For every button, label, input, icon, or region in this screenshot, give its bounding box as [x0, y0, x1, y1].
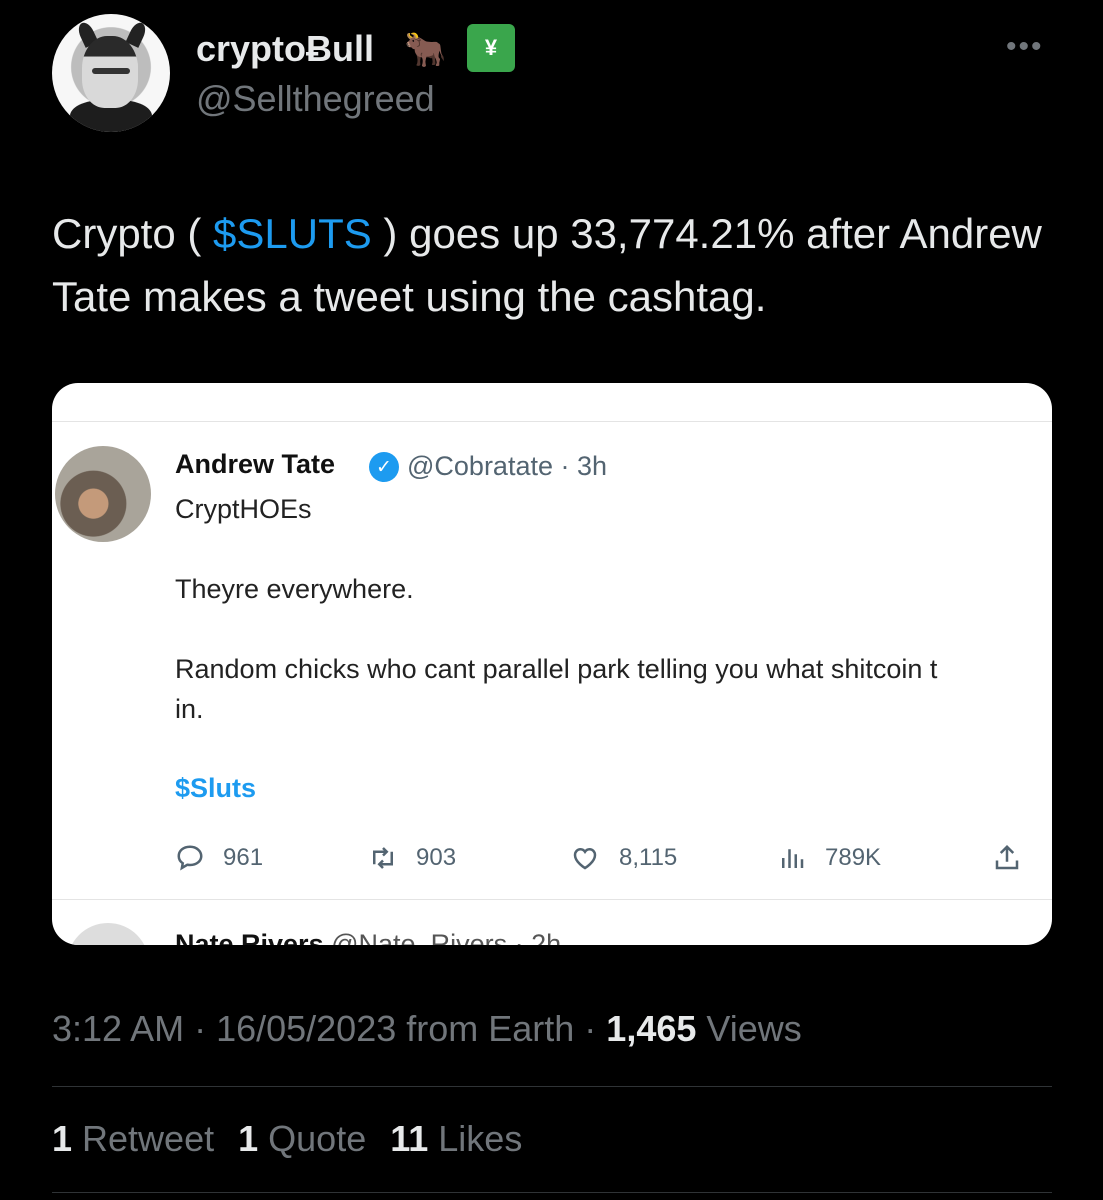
replies-count: 961 — [223, 844, 264, 871]
quoted-line: Random chicks who cant parallel park tel… — [175, 654, 938, 684]
tweet-views-count: 1,465 — [606, 1008, 697, 1049]
quoted-cashtag: $Sluts — [175, 773, 257, 803]
views-count: 789K — [825, 844, 882, 871]
retweets-stat-label: Retweet — [72, 1118, 215, 1159]
author-display-name[interactable]: cryptoɃull — [196, 28, 374, 70]
more-options-icon[interactable]: ••• — [1006, 30, 1044, 64]
media-top-divider — [52, 421, 1052, 422]
likes-count: 8,115 — [619, 844, 678, 871]
quoted-likes: 8,115 — [569, 843, 677, 873]
author-avatar[interactable] — [52, 14, 170, 132]
heart-icon — [573, 847, 597, 870]
reply-icon — [177, 845, 203, 871]
quoted-divider — [52, 899, 1052, 900]
quoted-line: Theyre everywhere. — [175, 574, 414, 604]
next-reply-header: Nate Rivers @Nate_Rivers · 2h — [175, 929, 561, 945]
likes-stat[interactable]: 11 Likes — [390, 1118, 522, 1160]
quotes-stat[interactable]: 1 Quote — [238, 1118, 366, 1160]
quoted-line: CryptHOEs — [175, 494, 312, 524]
tweet-text: Crypto ( $SLUTS ) goes up 33,774.21% aft… — [52, 202, 1062, 328]
author-handle[interactable]: @Sellthegreed — [196, 78, 435, 120]
quotes-stat-count: 1 — [238, 1118, 259, 1159]
tweet-text-before: Crypto ( — [52, 210, 214, 257]
chart-increasing-yen-icon: ¥ — [467, 24, 515, 72]
stats-bottom-divider — [52, 1192, 1052, 1193]
quoted-line: in. — [175, 694, 204, 724]
next-reply-handle: @Nate_Rivers · 2h — [331, 929, 562, 945]
retweets-count: 903 — [416, 844, 457, 871]
tweet-media-screenshot[interactable]: Andrew Tate ✓ @Cobratate · 3h CryptHOEs … — [52, 383, 1052, 945]
tweet-timestamp[interactable]: 3:12 AM · 16/05/2023 from Earth · — [52, 1008, 606, 1049]
quoted-name: Andrew Tate — [175, 449, 336, 479]
analytics-icon — [782, 849, 804, 868]
quoted-views: 789K — [777, 843, 881, 873]
share-glyph-icon — [995, 844, 1019, 870]
likes-stat-label: Likes — [428, 1118, 523, 1159]
stats-top-divider — [52, 1086, 1052, 1087]
retweet-icon — [373, 847, 393, 869]
ox-emoji-icon: 🐂 — [404, 31, 447, 69]
share-icon — [992, 843, 1040, 873]
quoted-retweets: 903 — [368, 843, 456, 873]
quoted-handle-time: @Cobratate · 3h — [407, 451, 608, 481]
next-reply-name: Nate Rivers — [175, 929, 324, 945]
likes-stat-count: 11 — [390, 1118, 429, 1159]
next-reply-avatar — [67, 923, 149, 945]
tweet-views-label: Views — [696, 1008, 802, 1049]
quoted-avatar — [55, 446, 151, 542]
retweets-stat-count: 1 — [52, 1118, 73, 1159]
avatar-eyes — [92, 68, 130, 74]
retweets-stat[interactable]: 1 Retweet — [52, 1118, 214, 1160]
yen-glyph: ¥ — [484, 35, 498, 60]
tweet-stats: 1 Retweet 1 Quote 11 Likes — [52, 1118, 522, 1160]
tweet-meta: 3:12 AM · 16/05/2023 from Earth · 1,465 … — [52, 1008, 802, 1050]
quotes-stat-label: Quote — [258, 1118, 367, 1159]
cashtag-link[interactable]: $SLUTS — [213, 210, 372, 257]
quoted-replies: 961 — [175, 843, 263, 873]
verified-badge-icon: ✓ — [369, 452, 399, 482]
